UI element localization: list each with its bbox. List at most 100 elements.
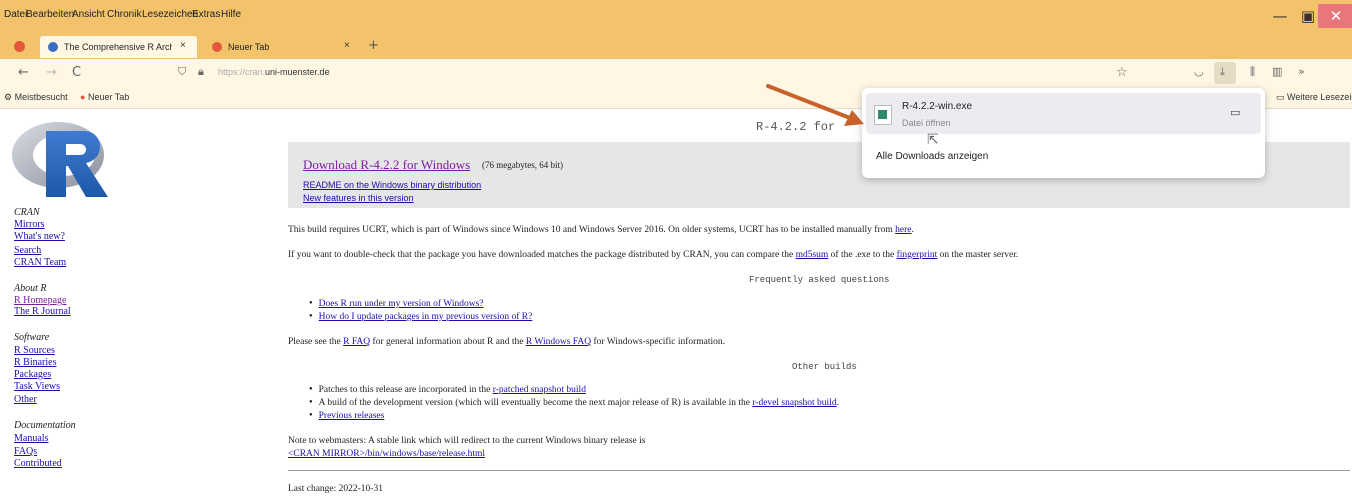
close-tab-icon[interactable]: ×: [180, 40, 186, 51]
sidebar-heading-documentation: Documentation: [14, 420, 76, 431]
sidebar-link-r-sources[interactable]: R Sources: [14, 345, 55, 356]
list-item: A build of the development version (whic…: [309, 398, 839, 408]
ucrt-here-link[interactable]: here: [895, 225, 911, 235]
sidebar-link-r-homepage[interactable]: R Homepage: [14, 295, 67, 306]
previous-releases-link[interactable]: Previous releases: [319, 411, 385, 421]
menu-hilfe[interactable]: Hilfe: [221, 9, 241, 20]
tab-bar: The Comprehensive R Archive N × Neuer Ta…: [0, 34, 1352, 59]
sidebar-link-r-binaries[interactable]: R Binaries: [14, 357, 57, 368]
download-status: Datei öffnen: [902, 118, 951, 128]
last-change: Last change: 2022-10-31: [288, 484, 383, 494]
library-icon[interactable]: ⫼: [1250, 65, 1255, 79]
pocket-icon[interactable]: ◡: [1194, 65, 1204, 78]
bookmark-most-visited[interactable]: ⚙ Meistbesucht: [4, 92, 68, 103]
url-prefix: https://cran.: [218, 67, 266, 77]
faq-heading: Frequently asked questions: [749, 275, 890, 285]
firefox-view-icon[interactable]: [14, 41, 25, 52]
sidebar-link-task-views[interactable]: Task Views: [14, 381, 60, 392]
sidebar-heading-cran: CRAN: [14, 207, 40, 218]
r-patched-link[interactable]: r-patched snapshot build: [493, 385, 586, 395]
fingerprint-link[interactable]: fingerprint: [897, 250, 938, 260]
faq-text: for Windows-specific information.: [593, 337, 726, 347]
r-logo: [12, 122, 108, 197]
faq-text: Please see the: [288, 337, 341, 347]
bookmark-label: Meistbesucht: [14, 92, 68, 102]
ucrt-text: This build requires UCRT, which is part …: [288, 225, 893, 235]
mouse-cursor-icon: ⇱: [927, 132, 939, 148]
sidebar-link-packages[interactable]: Packages: [14, 369, 51, 380]
faq-paragraph: Please see the R FAQ for general informa…: [288, 337, 725, 347]
checksum-paragraph: If you want to double-check that the pac…: [288, 250, 1018, 260]
bookmark-label: Weitere Lesezeichen: [1287, 92, 1352, 102]
tab-cran[interactable]: The Comprehensive R Archive N ×: [40, 36, 197, 58]
annotation-arrow-icon: [766, 84, 864, 126]
sidebar-link-r-journal[interactable]: The R Journal: [14, 306, 71, 317]
sidebar-link-contributed[interactable]: Contributed: [14, 458, 62, 469]
download-filename: R-4.2.2-win.exe: [902, 101, 973, 112]
sidebar-link-whats-new[interactable]: What's new?: [14, 231, 65, 242]
menu-extras[interactable]: Extras: [192, 9, 220, 20]
forward-button[interactable]: →: [46, 65, 57, 80]
faq-text: for general information about R and the: [372, 337, 524, 347]
sidebar-link-manuals[interactable]: Manuals: [14, 433, 48, 444]
r-faq-link[interactable]: R FAQ: [343, 337, 370, 347]
tab-new-tab[interactable]: Neuer Tab ×: [204, 36, 354, 58]
bookmark-star-icon[interactable]: ☆: [1116, 65, 1128, 80]
r-devel-link[interactable]: r-devel snapshot build: [752, 398, 836, 408]
r-windows-faq-link[interactable]: R Windows FAQ: [526, 337, 591, 347]
md5sum-link[interactable]: md5sum: [796, 250, 829, 260]
close-tab-icon[interactable]: ×: [344, 40, 350, 51]
tab-label: Neuer Tab: [228, 42, 270, 52]
show-all-downloads-button[interactable]: Alle Downloads anzeigen: [876, 151, 988, 162]
new-tab-button[interactable]: +: [368, 38, 379, 53]
back-button[interactable]: ←: [18, 65, 29, 80]
url-bar[interactable]: https://cran.uni-muenster.de: [218, 67, 330, 77]
patches-text: Patches to this release are incorporated…: [318, 385, 491, 395]
devel-text: A build of the development version (whic…: [318, 398, 750, 408]
list-item: Previous releases: [309, 411, 385, 421]
list-item: Does R run under my version of Windows?: [309, 299, 484, 309]
menu-ansicht[interactable]: Ansicht: [72, 9, 105, 20]
faq-link-windows-version[interactable]: Does R run under my version of Windows?: [319, 299, 484, 309]
bookmark-new-tab[interactable]: ● Neuer Tab: [80, 92, 129, 102]
sidebar-link-other[interactable]: Other: [14, 394, 37, 405]
bookmark-label: Neuer Tab: [87, 92, 130, 102]
sidebar-link-faqs[interactable]: FAQs: [14, 446, 37, 457]
release-link[interactable]: <CRAN MIRROR>/bin/windows/base/release.h…: [288, 449, 485, 459]
download-icon: ⤓: [1220, 65, 1225, 78]
overflow-menu-button[interactable]: »: [1298, 65, 1305, 78]
checksum-text: If you want to double-check that the pac…: [288, 250, 794, 260]
checksum-text: of the .exe to the: [830, 250, 895, 260]
bookmark-more-folder[interactable]: ▭ Weitere Lesezeichen: [1276, 92, 1352, 103]
firefox-favicon-icon: [212, 42, 222, 52]
shield-icon[interactable]: ⛉: [178, 65, 186, 79]
download-size: (76 megabytes, 64 bit): [482, 160, 563, 170]
sidebar-icon[interactable]: ▥: [1272, 65, 1282, 78]
sidebar-link-mirrors[interactable]: Mirrors: [14, 219, 45, 230]
webmaster-note: Note to webmasters: A stable link which …: [288, 436, 646, 446]
reload-button[interactable]: C: [72, 65, 81, 80]
lock-icon[interactable]: 🔒︎: [198, 65, 204, 79]
downloads-panel: R-4.2.2-win.exe Datei öffnen ▭ Alle Down…: [862, 88, 1265, 178]
menu-chronik[interactable]: Chronik: [107, 9, 141, 20]
sidebar-link-cran-team[interactable]: CRAN Team: [14, 257, 66, 268]
navigation-bar: ← → C ⛉ 🔒︎ https://cran.uni-muenster.de …: [0, 59, 1352, 88]
download-link[interactable]: Download R-4.2.2 for Windows: [303, 157, 470, 173]
other-builds-heading: Other builds: [792, 362, 857, 372]
download-item[interactable]: R-4.2.2-win.exe Datei öffnen ▭: [866, 93, 1261, 134]
sidebar-link-search[interactable]: Search: [14, 245, 41, 256]
downloads-button[interactable]: [1214, 62, 1236, 84]
close-window-button[interactable]: ✕: [1318, 4, 1352, 28]
list-item: How do I update packages in my previous …: [309, 312, 533, 322]
new-features-link[interactable]: New features in this version: [303, 193, 414, 203]
menu-bearbeiten[interactable]: Bearbeiten: [26, 9, 74, 20]
faq-link-update-packages[interactable]: How do I update packages in my previous …: [319, 312, 533, 322]
divider: [288, 470, 1350, 471]
menu-datei[interactable]: Datei: [4, 9, 27, 20]
sidebar-heading-about: About R: [14, 283, 47, 294]
menu-lesezeichen[interactable]: Lesezeichen: [142, 9, 198, 20]
checksum-text: on the master server.: [939, 250, 1019, 260]
open-folder-icon[interactable]: ▭: [1230, 106, 1240, 119]
tab-label: The Comprehensive R Archive N: [64, 42, 172, 52]
readme-link[interactable]: README on the Windows binary distributio…: [303, 180, 481, 190]
